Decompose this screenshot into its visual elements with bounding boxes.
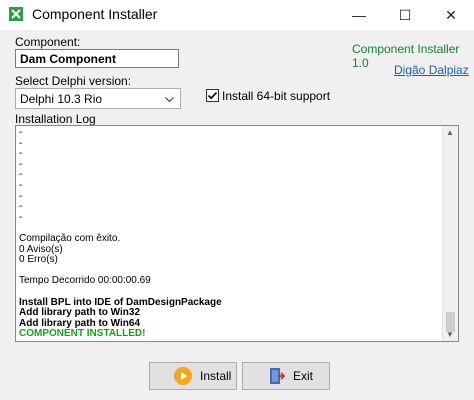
exit-button-label: Exit	[293, 369, 314, 383]
install-button[interactable]: Install	[149, 362, 237, 390]
log-line: -	[19, 158, 23, 170]
author-link[interactable]: Digão Dalpiaz	[394, 63, 469, 77]
checkmark-icon	[207, 91, 218, 100]
minimize-button[interactable]: —	[336, 0, 382, 30]
log-line: -	[19, 148, 23, 160]
delphi-version-select[interactable]: Delphi 10.3 Rio	[15, 88, 181, 109]
delphi-version-label: Select Delphi version:	[15, 74, 132, 88]
maximize-button[interactable]: ☐	[382, 0, 428, 30]
log-line: -	[19, 201, 23, 213]
play-icon	[172, 365, 194, 387]
scrollbar-thumb[interactable]	[446, 312, 455, 332]
log-line: -	[19, 211, 23, 223]
log-line: -	[19, 137, 23, 149]
log-line: -	[19, 169, 23, 181]
install-button-label: Install	[200, 369, 232, 383]
installation-log-label: Installation Log	[15, 112, 96, 126]
close-button[interactable]: ✕	[428, 0, 474, 30]
chevron-down-icon	[165, 92, 174, 108]
log-line: 0 Aviso(s)	[19, 243, 63, 255]
title-bar: Component Installer — ☐ ✕	[0, 0, 474, 30]
exit-door-icon	[265, 365, 287, 387]
install-64bit-label[interactable]: Install 64-bit support	[222, 89, 330, 103]
app-icon	[8, 6, 24, 22]
installation-log[interactable]: - - - - - - - - - Compilação com êxito. …	[15, 125, 459, 342]
component-name-field: Dam Component	[15, 49, 179, 68]
log-line: Compilação com êxito.	[19, 232, 121, 244]
log-scrollbar[interactable]: ▲ ▼	[442, 126, 458, 341]
component-label: Component:	[15, 35, 81, 49]
exit-button[interactable]: Exit	[242, 362, 330, 390]
log-line: 0 Erro(s)	[19, 254, 58, 266]
log-text: - - - - - - - - - Compilação com êxito. …	[16, 126, 444, 341]
scroll-up-icon[interactable]: ▲	[446, 128, 454, 137]
log-line: -	[19, 190, 23, 202]
log-line: -	[19, 179, 23, 191]
install-64bit-checkbox[interactable]	[206, 89, 219, 102]
log-line-success: COMPONENT INSTALLED!	[19, 328, 146, 340]
window-title: Component Installer	[32, 6, 158, 22]
log-line: -	[19, 127, 23, 138]
scroll-down-icon[interactable]: ▼	[446, 330, 454, 339]
log-line: Tempo Decorrido 00:00:00.69	[19, 275, 151, 287]
delphi-version-value: Delphi 10.3 Rio	[20, 92, 103, 106]
